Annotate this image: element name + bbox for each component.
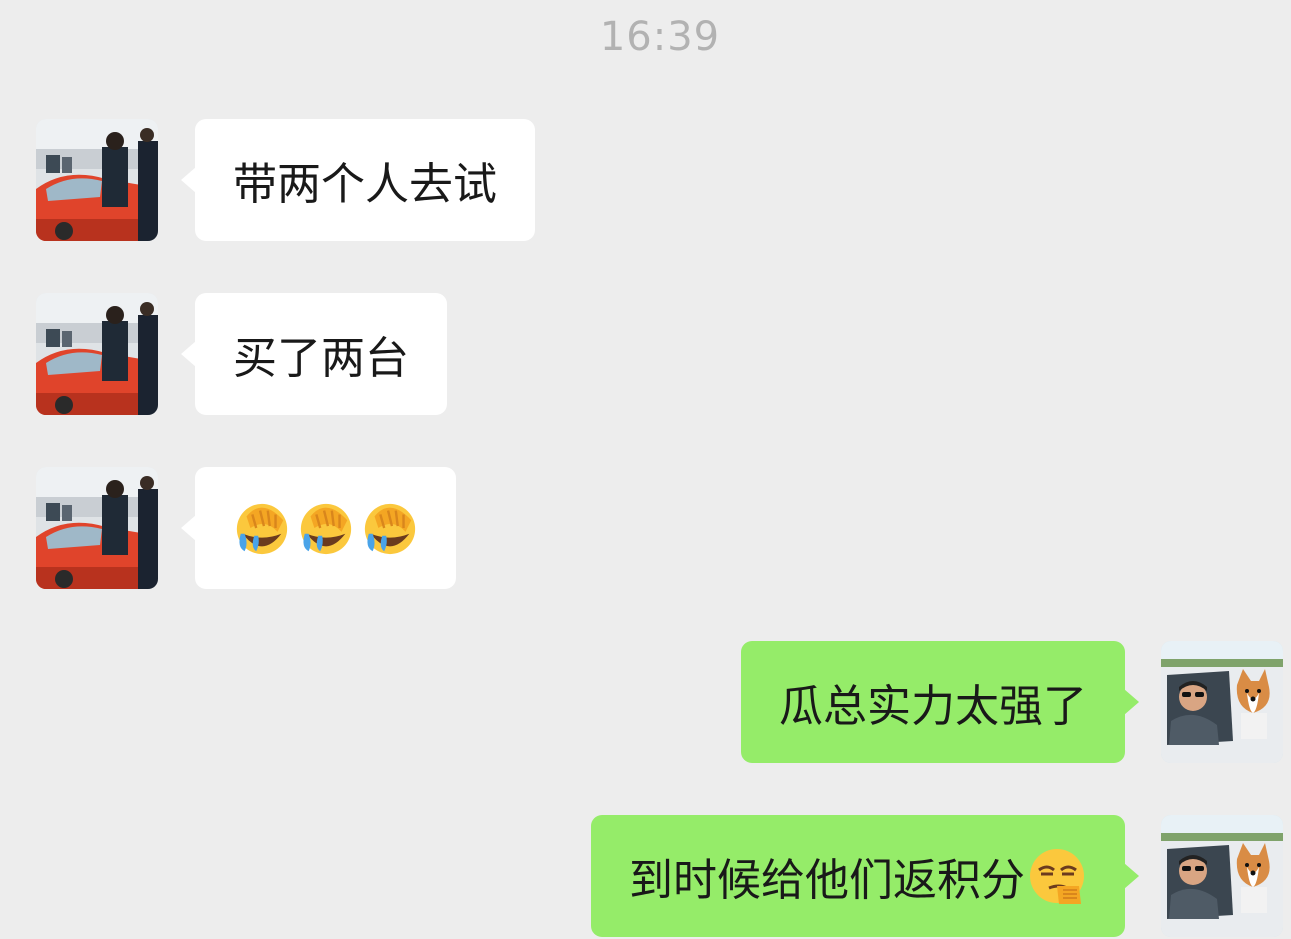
chat-message-incoming <box>0 467 1291 591</box>
red-car-man-avatar-image <box>36 467 158 589</box>
chat-message-outgoing: 到时候给他们返积分 <box>0 815 1291 939</box>
message-text: 买了两台 <box>233 333 409 384</box>
chat-message-outgoing: 瓜总实力太强了 <box>0 641 1291 765</box>
avatar[interactable] <box>36 119 158 241</box>
message-text: 瓜总实力太强了 <box>779 681 1087 732</box>
outgoing-message-bubble[interactable]: 瓜总实力太强了 <box>741 641 1139 763</box>
message-timestamp: 16:39 <box>599 14 721 60</box>
avatar[interactable] <box>36 467 158 589</box>
incoming-message-bubble[interactable] <box>181 467 456 589</box>
smirk-emoji-icon <box>1027 846 1087 906</box>
car-dog-avatar-image <box>1161 641 1283 763</box>
chat-message-incoming: 带两个人去试 <box>0 119 1291 243</box>
avatar[interactable] <box>1161 641 1283 763</box>
red-car-man-avatar-image <box>36 293 158 415</box>
facepalm-crying-emoji-icon <box>361 499 419 557</box>
outgoing-message-bubble[interactable]: 到时候给他们返积分 <box>591 815 1139 937</box>
car-dog-avatar-image <box>1161 815 1283 937</box>
message-text: 带两个人去试 <box>233 159 497 210</box>
avatar[interactable] <box>1161 815 1283 937</box>
message-text: 到时候给他们返积分 <box>629 855 1025 906</box>
incoming-message-bubble[interactable]: 买了两台 <box>181 293 447 415</box>
incoming-message-bubble[interactable]: 带两个人去试 <box>181 119 535 241</box>
avatar[interactable] <box>36 293 158 415</box>
chat-message-incoming: 买了两台 <box>0 293 1291 417</box>
facepalm-crying-emoji-icon <box>233 499 291 557</box>
facepalm-crying-emoji-icon <box>297 499 355 557</box>
red-car-man-avatar-image <box>36 119 158 241</box>
